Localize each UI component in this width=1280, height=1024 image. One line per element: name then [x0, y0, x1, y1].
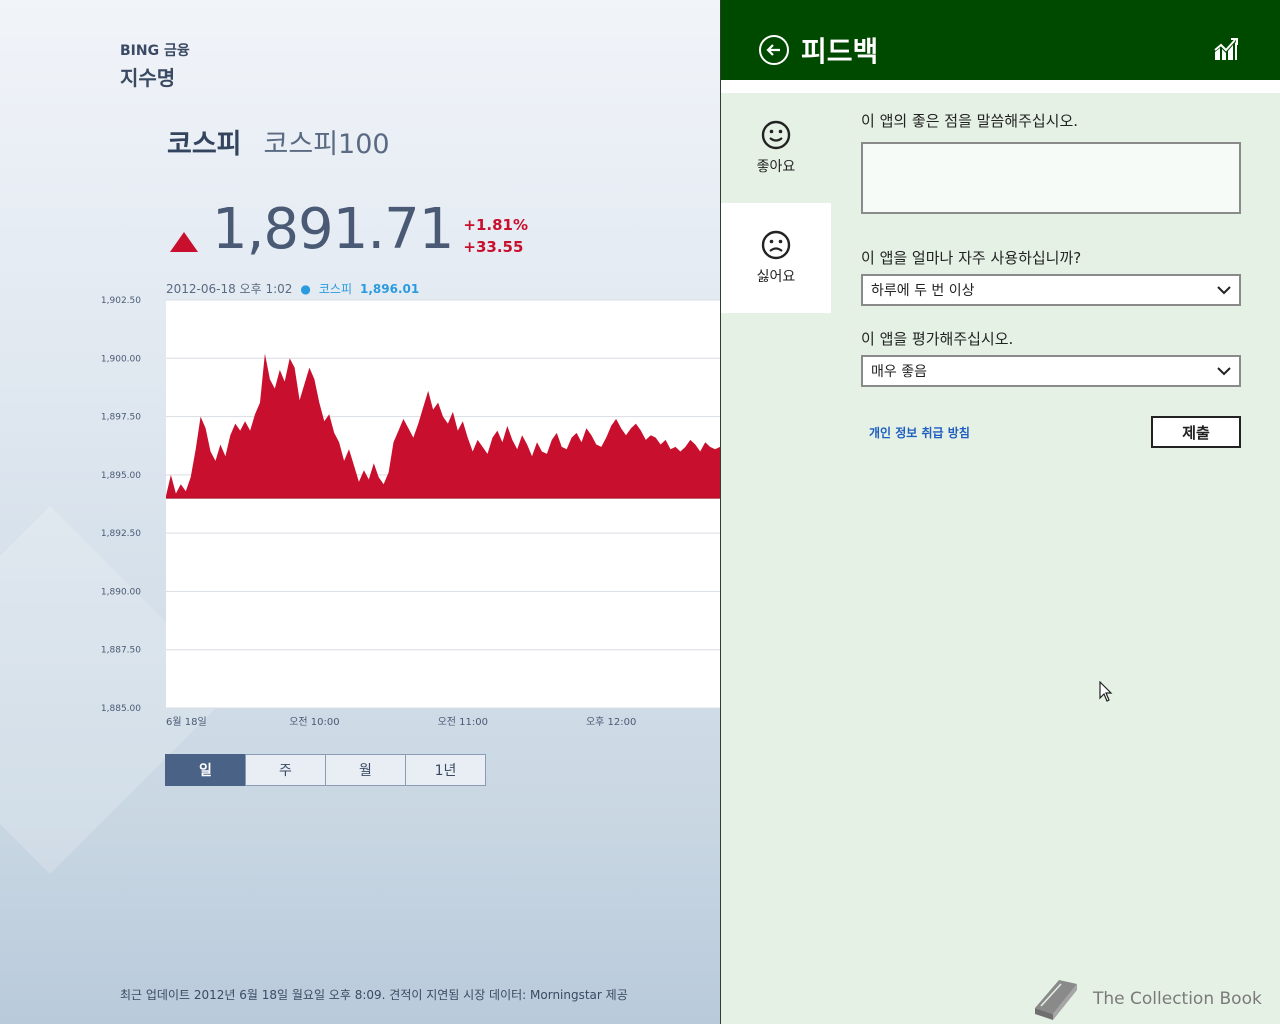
y-tick-label: 1,897.50 — [101, 413, 141, 423]
finance-app: BING 금융 지수명 코스피 코스피100 1,891.71 +1.81% +… — [0, 0, 720, 1024]
y-tick-label: 1,887.50 — [101, 646, 141, 656]
section-title: 지수명 — [120, 66, 176, 90]
quote-block: 1,891.71 +1.81% +33.55 — [170, 200, 528, 260]
range-tab-month[interactable]: 월 — [325, 754, 406, 786]
change-points: +33.55 — [463, 238, 524, 256]
watermark-text: The Collection Book — [1093, 989, 1262, 1009]
submit-button[interactable]: 제출 — [1151, 416, 1241, 448]
x-tick-label: 오전 10:00 — [289, 716, 339, 728]
range-tab-week[interactable]: 주 — [245, 754, 326, 786]
index-tab-kospi[interactable]: 코스피 — [167, 122, 242, 161]
question-good-points: 이 앱의 좋은 점을 말씀해주십시오. — [861, 112, 1079, 130]
y-tick-label: 1,895.00 — [101, 471, 141, 481]
y-tick-label: 1,885.00 — [101, 704, 141, 714]
index-tab-kospi100[interactable]: 코스피100 — [264, 122, 390, 161]
change-block: +1.81% +33.55 — [463, 216, 528, 256]
app-brand: BING 금융 — [120, 43, 190, 59]
range-tab-year[interactable]: 1년 — [405, 754, 486, 786]
watermark: The Collection Book — [1029, 976, 1262, 1022]
y-tick-label: 1,890.00 — [101, 587, 141, 597]
privacy-policy-link[interactable]: 개인 정보 취급 방침 — [869, 424, 970, 441]
sentiment-selector: 좋아요 싫어요 — [721, 93, 831, 1024]
feedback-pane: 피드백 좋아요 싫어요 이 앱의 좋은 점을 말씀해주십시오. 이 앱을 얼마나… — [720, 0, 1280, 1024]
frown-icon — [761, 230, 791, 260]
chevron-down-icon — [1217, 286, 1231, 295]
index-tabs: 코스피 코스피100 — [167, 122, 390, 161]
plot-area — [166, 300, 720, 708]
question-usage-frequency: 이 앱을 얼마나 자주 사용하십니까? — [861, 249, 1082, 267]
footer-note: 최근 업데이트 2012년 6월 18일 월요일 오후 8:09. 견적이 지연… — [120, 988, 628, 1002]
rating-value: 매우 좋음 — [871, 364, 927, 380]
chevron-down-icon — [1217, 367, 1231, 376]
change-percent: +1.81% — [463, 216, 528, 234]
question-rating: 이 앱을 평가해주십시오. — [861, 330, 1014, 348]
range-tab-day[interactable]: 일 — [165, 754, 246, 786]
feedback-header: 피드백 — [721, 0, 1280, 80]
header-divider — [721, 80, 1280, 93]
x-tick-label: 오후 12:00 — [586, 716, 636, 728]
sentiment-like-label: 좋아요 — [756, 159, 796, 175]
triangle-up-icon — [170, 232, 198, 252]
back-arrow-icon[interactable] — [759, 35, 789, 65]
sentiment-like[interactable]: 좋아요 — [721, 93, 831, 203]
sentiment-dislike[interactable]: 싫어요 — [721, 203, 831, 313]
feedback-title: 피드백 — [801, 35, 879, 68]
good-points-textarea[interactable] — [861, 142, 1241, 214]
index-price: 1,891.71 — [212, 197, 454, 262]
book-icon — [1035, 980, 1077, 1020]
x-tick-label: 오전 11:00 — [438, 716, 488, 728]
smile-icon — [761, 120, 791, 150]
x-tick-label: 6월 18일 — [166, 716, 207, 728]
rating-select[interactable]: 매우 좋음 — [861, 355, 1241, 387]
y-tick-label: 1,902.50 — [101, 296, 141, 306]
usage-frequency-value: 하루에 두 번 이상 — [871, 283, 975, 299]
index-chart[interactable]: 1,902.50 1,900.00 1,897.50 1,895.00 1,892.50… — [0, 290, 720, 730]
y-tick-label: 1,900.00 — [101, 354, 141, 364]
mouse-cursor-icon — [1099, 681, 1113, 702]
chart-app-icon[interactable] — [1213, 36, 1239, 62]
range-tabs: 일 주 월 1년 — [165, 754, 486, 786]
y-tick-label: 1,892.50 — [101, 529, 141, 539]
usage-frequency-select[interactable]: 하루에 두 번 이상 — [861, 274, 1241, 306]
sentiment-dislike-label: 싫어요 — [756, 269, 796, 285]
